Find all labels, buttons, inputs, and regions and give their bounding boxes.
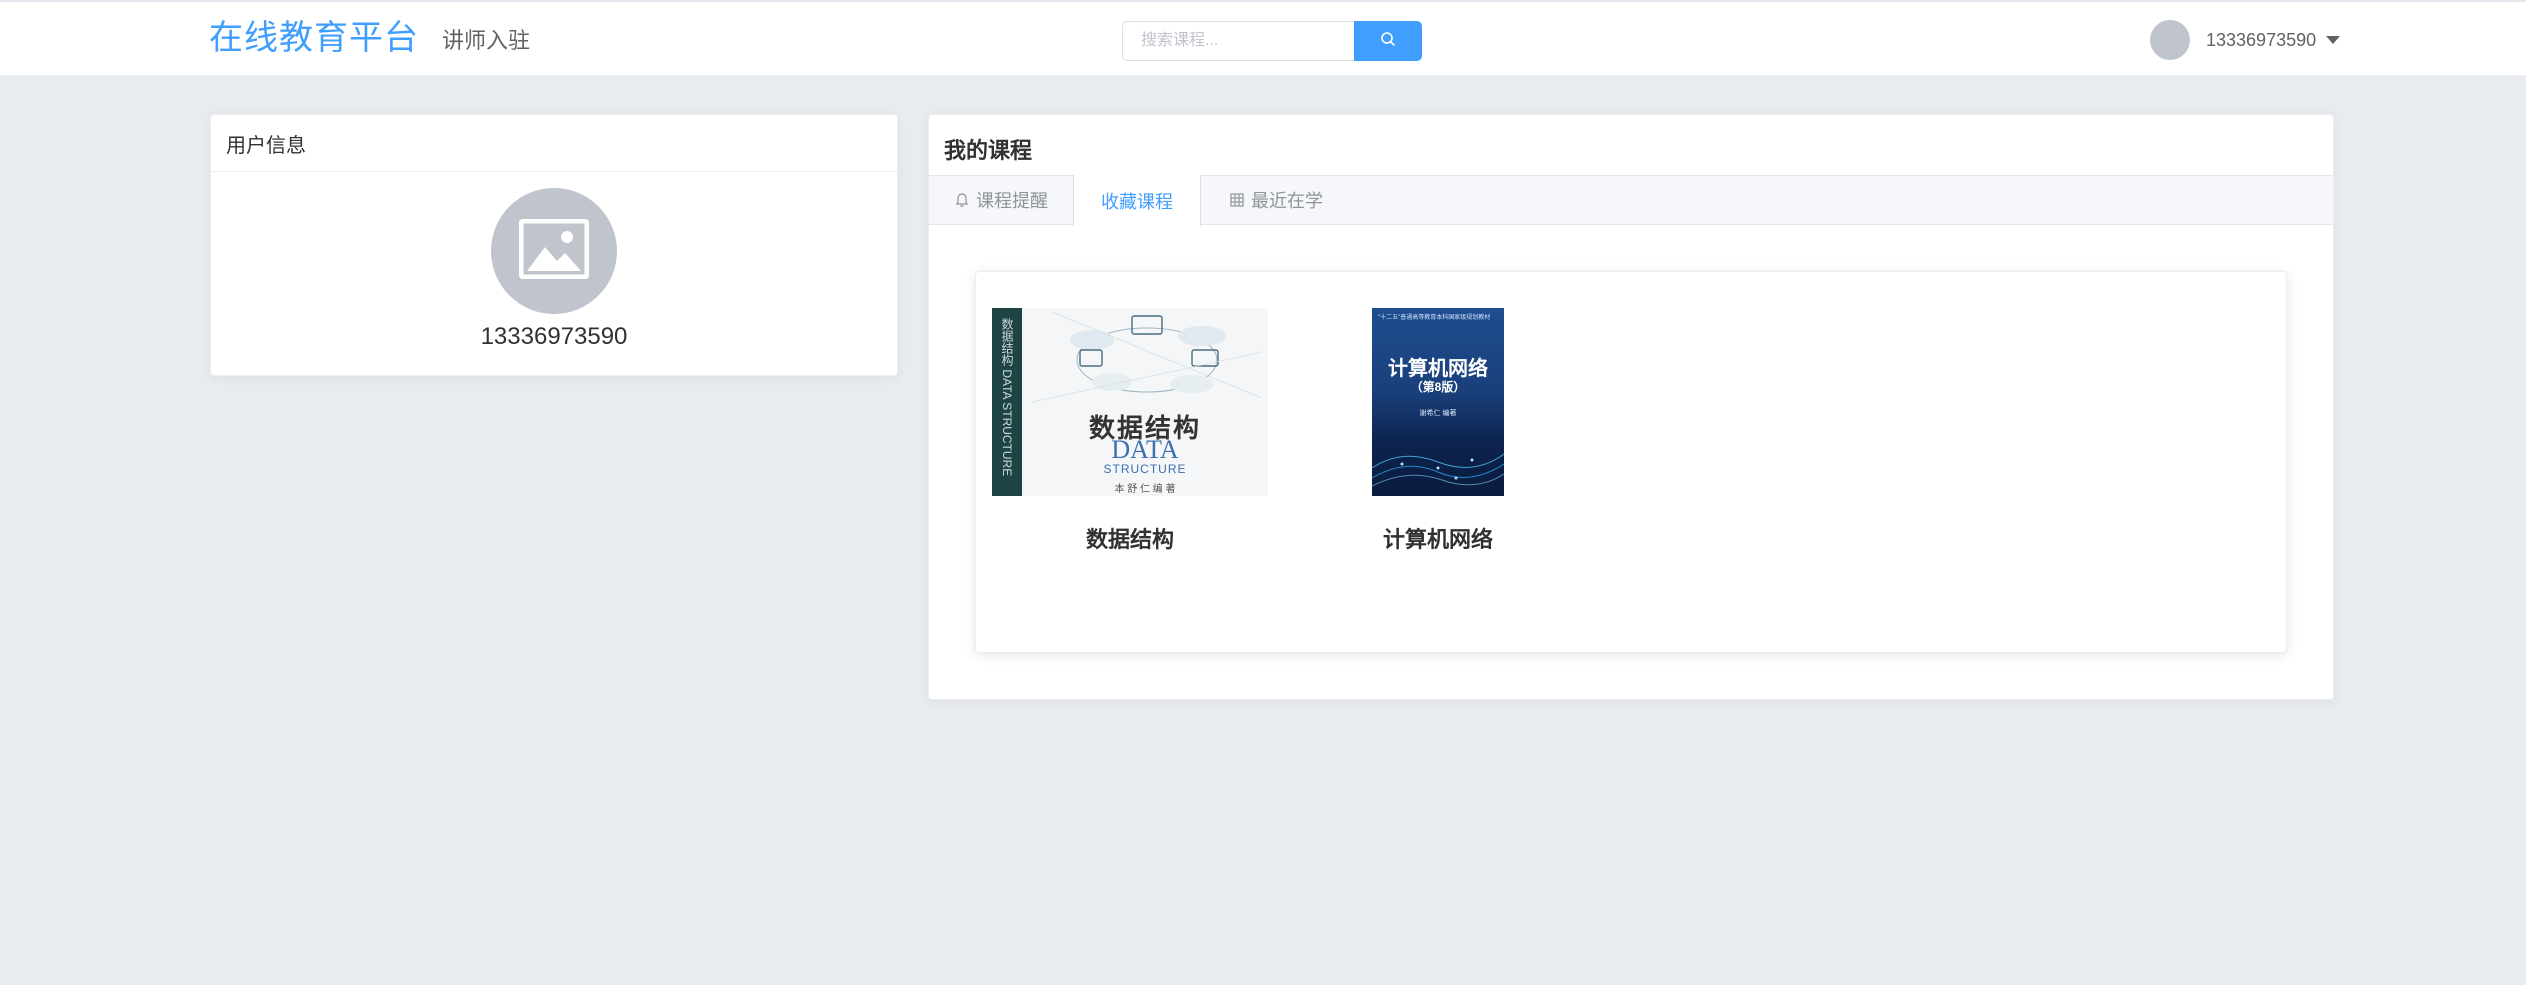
teacher-join-link[interactable]: 讲师入驻 bbox=[442, 28, 530, 54]
cover-title-en-2: STRUCTURE bbox=[1103, 462, 1187, 476]
my-courses-title: 我的课程 bbox=[944, 138, 1033, 163]
caret-down-icon[interactable] bbox=[2326, 36, 2341, 44]
course-tabs: 课程提醒 收藏课程 最近在学 bbox=[929, 175, 2333, 226]
search-bar bbox=[1122, 21, 1422, 61]
cover-edition: （第8版） bbox=[1410, 380, 1466, 394]
cover-spine-text: 数据结构 DATA STRUCTURE bbox=[1000, 318, 1014, 477]
course-cover-image[interactable]: 数据结构 DATA STRUCTURE 数据结构 DATA STRUCTURE bbox=[992, 308, 1268, 496]
tab-course-reminder[interactable]: 课程提醒 bbox=[929, 175, 1073, 225]
grid-icon bbox=[1229, 192, 1245, 208]
tab-label: 课程提醒 bbox=[976, 191, 1048, 211]
course-card-computer-network[interactable]: "十二五"普通高等教育本科国家级规划教材 计算机网络 （第8版） 谢希仁 编著 … bbox=[1372, 308, 1504, 554]
user-info-title: 用户信息 bbox=[211, 115, 897, 172]
my-courses-card: 我的课程 课程提醒 收藏课程 最近在学 数据结构 DATA STRUCTURE … bbox=[928, 114, 2334, 700]
top-navbar: 在线教育平台 讲师入驻 13336973590 bbox=[0, 0, 2526, 76]
cover-title-cn: 计算机网络 bbox=[1388, 358, 1488, 380]
bell-icon bbox=[954, 192, 970, 208]
username-label[interactable]: 13336973590 bbox=[2206, 30, 2316, 51]
course-title[interactable]: 数据结构 bbox=[1086, 522, 1174, 554]
cover-author: 谢希仁 编著 bbox=[1419, 410, 1457, 417]
site-logo[interactable]: 在线教育平台 bbox=[209, 18, 419, 58]
search-button[interactable] bbox=[1354, 21, 1422, 61]
cover-series-text: "十二五"普通高等教育本科国家级规划教材 bbox=[1378, 315, 1491, 321]
profile-avatar bbox=[491, 188, 617, 314]
course-cover-image[interactable]: "十二五"普通高等教育本科国家级规划教材 计算机网络 （第8版） 谢希仁 编著 bbox=[1372, 308, 1504, 496]
avatar[interactable] bbox=[2150, 20, 2190, 60]
image-placeholder-icon bbox=[518, 218, 590, 284]
profile-phone: 13336973590 bbox=[480, 323, 628, 350]
cover-author: 本 舒 仁 编 著 bbox=[1114, 484, 1176, 495]
course-card-data-structure[interactable]: 数据结构 DATA STRUCTURE 数据结构 DATA STRUCTURE bbox=[992, 308, 1268, 554]
tab-label: 最近在学 bbox=[1251, 191, 1323, 211]
cover-title-en: DATA bbox=[1111, 435, 1179, 464]
user-dropdown[interactable]: 13336973590 bbox=[2150, 20, 2341, 60]
favorite-courses-panel: 数据结构 DATA STRUCTURE 数据结构 DATA STRUCTURE bbox=[975, 271, 2287, 653]
cover-network-illustration bbox=[1372, 453, 1504, 487]
cover-illustration bbox=[1032, 312, 1262, 403]
tab-recently-learning[interactable]: 最近在学 bbox=[1201, 175, 1351, 225]
tab-favorite-courses[interactable]: 收藏课程 bbox=[1073, 175, 1201, 226]
course-title[interactable]: 计算机网络 bbox=[1383, 522, 1493, 554]
search-icon bbox=[1380, 31, 1396, 52]
user-info-card: 用户信息 13336973590 bbox=[210, 114, 898, 376]
tab-label: 收藏课程 bbox=[1101, 191, 1173, 212]
search-input[interactable] bbox=[1122, 21, 1355, 61]
